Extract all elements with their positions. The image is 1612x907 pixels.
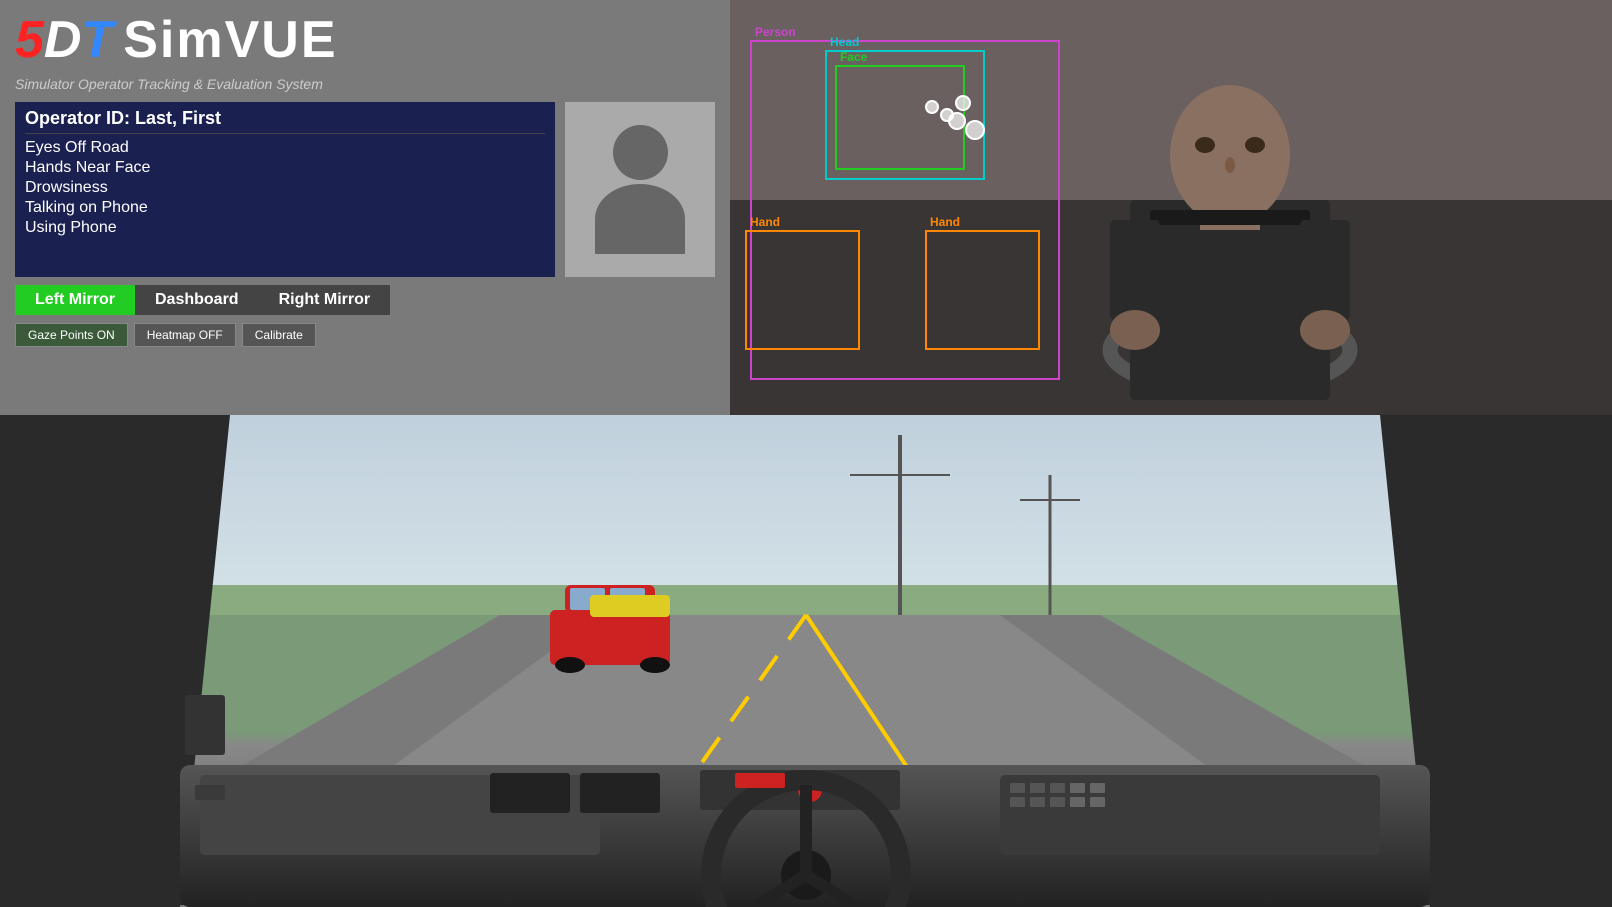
calibrate-button[interactable]: Calibrate — [242, 323, 316, 347]
detection-overlay: Person Head Face Hand Hand — [730, 0, 1612, 415]
box-hand-right: Hand — [925, 230, 1040, 350]
controls-row: Gaze Points ON Heatmap OFF Calibrate — [15, 323, 715, 347]
label-hand-left: Hand — [747, 214, 783, 230]
avatar-head — [613, 125, 668, 180]
box-person: Person — [750, 40, 1060, 380]
logo-t: T — [81, 11, 113, 69]
top-section: 5DT SimVUE Simulator Operator Tracking &… — [0, 0, 1612, 415]
operator-id: Operator ID: Last, First — [25, 108, 545, 134]
camera-panel: Person Head Face Hand Hand — [730, 0, 1612, 415]
tab-right-mirror[interactable]: Right Mirror — [259, 285, 391, 315]
avatar-silhouette — [595, 125, 685, 254]
heatmap-button[interactable]: Heatmap OFF — [134, 323, 236, 347]
label-head: Head — [827, 34, 862, 50]
avatar-body — [595, 184, 685, 254]
logo-area: 5DT SimVUE — [15, 10, 715, 70]
label-hand-right: Hand — [927, 214, 963, 230]
info-avatar-row: Operator ID: Last, First Eyes Off Road H… — [15, 102, 715, 277]
metric-using-phone: Using Phone — [25, 218, 545, 238]
gaze-dot-3 — [955, 95, 971, 111]
avatar-box — [565, 102, 715, 277]
logo-5: 5 — [15, 11, 44, 69]
label-face: Face — [837, 49, 870, 65]
tab-left-mirror[interactable]: Left Mirror — [15, 285, 135, 315]
label-person: Person — [752, 24, 799, 40]
gaze-dot-5 — [965, 120, 985, 140]
info-panel: Operator ID: Last, First Eyes Off Road H… — [15, 102, 555, 277]
mirror-tabs: Left Mirror Dashboard Right Mirror — [15, 285, 715, 315]
simulator-scene — [0, 415, 1612, 907]
gaze-points-button[interactable]: Gaze Points ON — [15, 323, 128, 347]
simulator-view — [0, 415, 1612, 907]
left-panel: 5DT SimVUE Simulator Operator Tracking &… — [0, 0, 730, 415]
logo-simvue: SimVUE — [123, 10, 337, 70]
gaze-dot-4 — [948, 112, 966, 130]
tab-dashboard[interactable]: Dashboard — [135, 285, 259, 315]
box-hand-left: Hand — [745, 230, 860, 350]
app-subtitle: Simulator Operator Tracking & Evaluation… — [15, 76, 715, 92]
metric-talking-phone: Talking on Phone — [25, 198, 545, 218]
logo-5dt: 5DT — [15, 10, 113, 70]
metric-drowsiness: Drowsiness — [25, 178, 545, 198]
gaze-dot-1 — [925, 100, 939, 114]
metric-eyes-off-road: Eyes Off Road — [25, 138, 545, 158]
logo-d: D — [44, 11, 82, 69]
metric-hands-near-face: Hands Near Face — [25, 158, 545, 178]
